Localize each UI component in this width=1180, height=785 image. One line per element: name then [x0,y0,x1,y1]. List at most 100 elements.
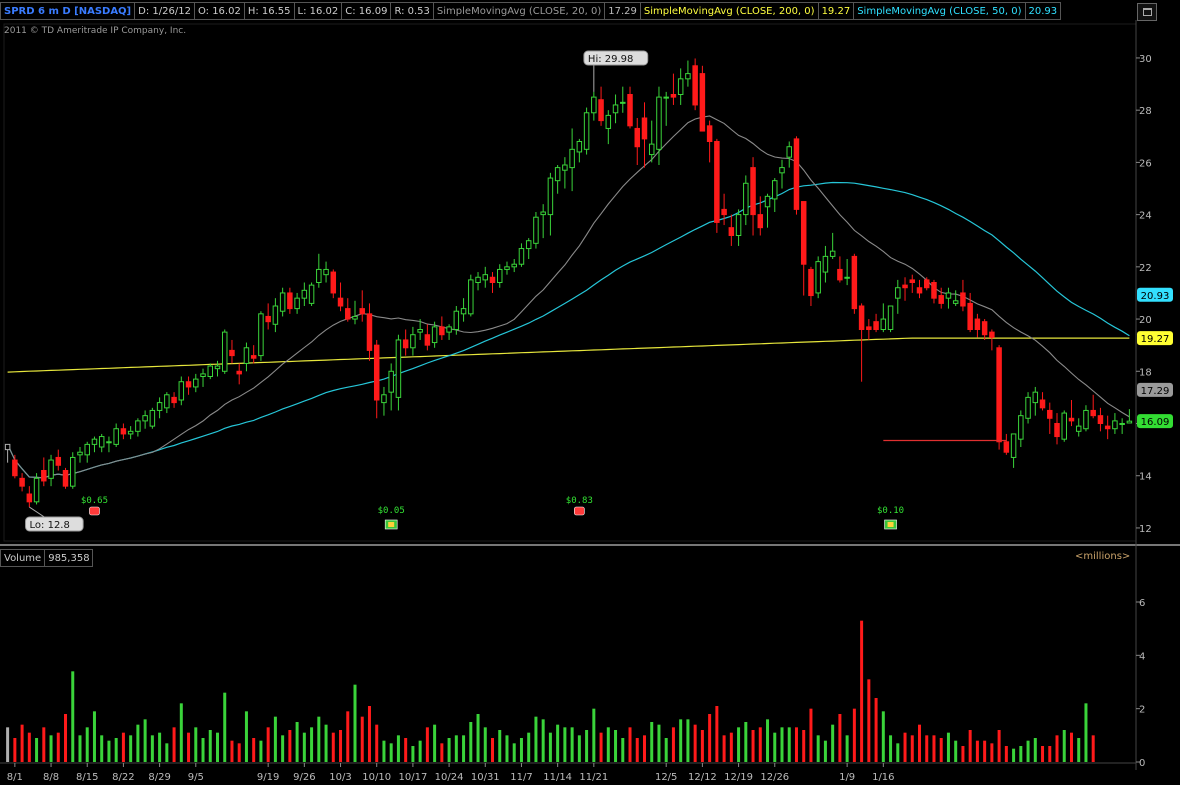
candle [135,420,141,432]
volume-bar [346,711,350,762]
volume-bar [71,671,75,762]
volume-bar [527,732,531,762]
sma50-value-tag: 20.93 [1141,291,1170,302]
candle [48,459,54,479]
volume-bar [288,730,292,762]
volume-bar [129,735,133,762]
candle [236,370,242,375]
candle [960,292,966,307]
volume-bar [447,738,451,762]
candle [648,143,655,156]
date-axis-tick-label: 1/9 [839,772,855,783]
candle [757,214,764,229]
candle [851,255,858,310]
volume-bar [809,708,813,762]
candle [721,208,727,216]
hi-label: Hi: 29.98 [588,54,633,65]
volume-bar [281,735,285,762]
candle [916,287,923,294]
dividend-label: $0.65 [81,496,108,506]
volume-bar [889,735,893,762]
date-axis-tick-label: 11/7 [510,772,532,783]
volume-bar [758,727,762,762]
date-axis-tick-label: 12/5 [655,772,677,783]
candle [1075,425,1082,432]
candle [410,334,416,349]
volume-bar [737,727,741,762]
volume-bar [642,735,646,762]
volume-bar [85,727,89,762]
volume-bar [1026,740,1030,762]
price-volume-chart[interactable]: 1214161820222426283002468/18/88/158/228/… [0,0,1180,785]
candle [316,268,322,284]
candle [330,271,337,294]
candle [772,180,778,200]
candle [627,94,633,127]
candle [909,279,916,283]
volume-bar [657,724,661,762]
date-axis-tick-label: 12/19 [724,772,753,783]
volume-bar [831,724,835,762]
volume-bar [1062,730,1066,762]
candle [1126,420,1133,424]
volume-bar [469,722,473,762]
volume-bar [802,730,806,762]
candle [533,216,539,244]
volume-bar [932,735,936,762]
volume-bar [310,727,314,762]
volume-bar [6,727,10,762]
volume-bar [367,706,371,762]
price-panel-frame [3,23,1137,542]
candle [706,125,713,143]
volume-bar [794,727,798,762]
candle [221,331,228,372]
lo-label: Lo: 12.8 [30,520,70,531]
candle [750,167,756,216]
volume-bar [918,724,922,762]
volume-axis-tick-label: 6 [1139,598,1145,609]
candle [866,326,872,330]
volume-bar [491,738,495,762]
candle [880,318,887,330]
dividend-label: $0.05 [378,506,405,516]
candle [323,268,329,276]
sma20-value-tag: 17.29 [1141,386,1170,397]
sma200-value-tag: 19.27 [1141,334,1170,345]
volume-bar [852,708,856,762]
candle [417,329,423,333]
date-axis-tick-label: 10/3 [329,772,351,783]
phone-icon [574,506,585,516]
volume-bar [700,730,704,762]
volume-bar [418,740,422,762]
date-axis-tick-label: 10/17 [398,772,427,783]
volume-bar [302,732,306,762]
candle [185,381,192,388]
volume-bar [56,732,60,762]
candle [70,456,76,487]
candle [489,276,496,283]
volume-bar [983,740,987,762]
volume-bar [635,738,639,762]
candle [952,300,959,304]
candle [511,263,517,268]
candle [337,297,344,307]
volume-bar [787,727,791,762]
volume-bar [766,719,770,762]
volume-bar [556,724,560,762]
price-axis-tick-label: 24 [1139,211,1152,222]
date-axis-tick-label: 8/22 [112,772,134,783]
volume-bar [223,692,227,762]
volume-bar [990,743,994,762]
candle [786,146,792,158]
volume-bar [592,708,596,762]
sma50-line [7,181,1130,479]
volume-bar [1041,746,1045,762]
date-axis-tick-label: 12/12 [688,772,717,783]
volume-bar [939,738,943,762]
volume-bar [35,738,39,762]
volume-bar [860,620,864,762]
candle [265,315,271,323]
last-price-tag: 16.09 [1141,417,1170,428]
volume-bar [577,735,581,762]
volume-axis-tick-label: 4 [1139,651,1145,662]
